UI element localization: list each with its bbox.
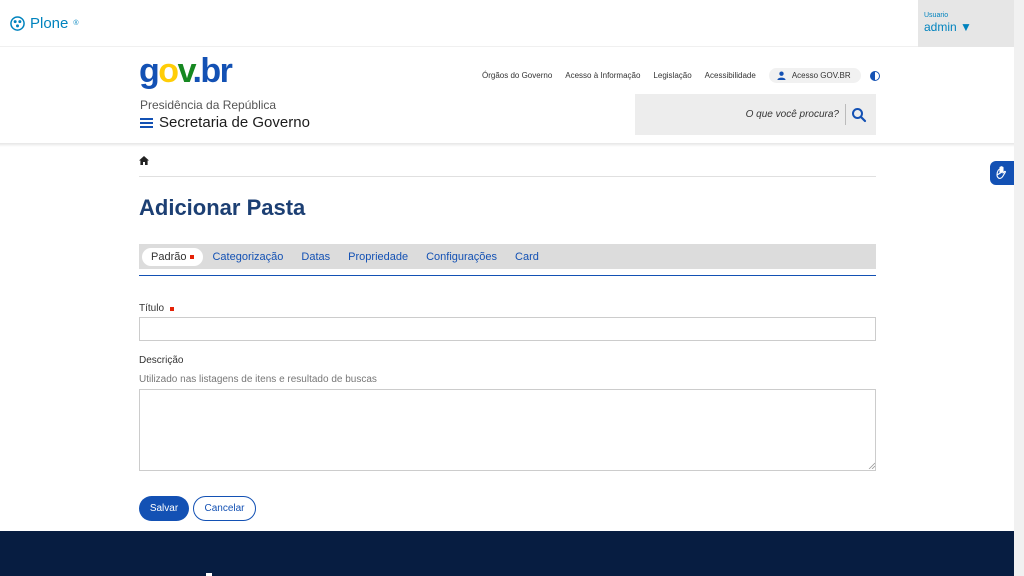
tab-datas[interactable]: Datas	[292, 248, 339, 266]
search-divider	[845, 104, 846, 125]
hamburger-icon	[140, 117, 153, 129]
search-box	[635, 94, 876, 135]
gov-br-logo[interactable]: gov.br	[139, 54, 233, 88]
vlibras-button[interactable]	[990, 161, 1014, 185]
required-icon	[190, 254, 195, 259]
tab-propriedade[interactable]: Propriedade	[339, 248, 417, 266]
user-icon	[777, 71, 786, 80]
search-icon[interactable]	[851, 107, 867, 123]
description-label: Descrição	[139, 355, 184, 366]
sign-language-icon	[996, 166, 1007, 179]
tab-configuracoes[interactable]: Configurações	[417, 248, 506, 266]
header-shadow	[0, 143, 1014, 147]
user-menu[interactable]: Usuario admin ▼	[918, 0, 1014, 47]
breadcrumb-divider	[139, 176, 876, 177]
gov-access-label: Acesso GOV.BR	[791, 71, 851, 80]
required-icon	[170, 306, 175, 311]
cancel-button[interactable]: Cancelar	[193, 496, 256, 521]
plone-logo[interactable]: Plone ®	[10, 15, 79, 32]
tab-padrao[interactable]: Padrão	[142, 247, 204, 266]
link-acesso-informacao[interactable]: Acesso à Informação	[565, 71, 640, 80]
scrollbar[interactable]	[1014, 0, 1024, 576]
form-tabs: Padrão Categorização Datas Propriedade C…	[139, 244, 876, 269]
description-textarea[interactable]	[139, 389, 876, 471]
user-label: Usuario	[924, 12, 949, 19]
plone-toolbar: Plone ® Usuario admin ▼	[0, 0, 1024, 47]
tabs-underline	[139, 275, 876, 276]
plone-icon	[10, 16, 25, 31]
home-icon[interactable]	[139, 156, 149, 165]
link-legislacao[interactable]: Legislação	[653, 71, 691, 80]
org-subtitle: Presidência da República	[140, 98, 277, 112]
search-input[interactable]	[635, 94, 845, 135]
user-name: admin ▼	[924, 20, 972, 34]
plone-brand: Plone	[30, 15, 69, 32]
header-links: Órgãos do Governo Acesso à Informação Le…	[482, 68, 880, 83]
gov-access-button[interactable]: Acesso GOV.BR	[768, 68, 861, 83]
org-title: Secretaria de Governo	[159, 114, 310, 131]
link-acessibilidade[interactable]: Acessibilidade	[705, 71, 756, 80]
tab-categorizacao[interactable]: Categorização	[203, 248, 292, 266]
link-orgaos[interactable]: Órgãos do Governo	[482, 71, 552, 80]
contrast-icon[interactable]	[869, 70, 880, 81]
save-button[interactable]: Salvar	[139, 496, 189, 521]
title-label: Título	[139, 303, 175, 314]
org-title-menu[interactable]: Secretaria de Governo	[140, 114, 310, 131]
title-input[interactable]	[139, 317, 876, 341]
resize-handle-icon[interactable]	[868, 462, 875, 469]
description-hint: Utilizado nas listagens de itens e resul…	[139, 374, 377, 385]
tab-card[interactable]: Card	[506, 248, 548, 266]
site-footer	[0, 531, 1014, 576]
page-title: Adicionar Pasta	[139, 195, 306, 220]
